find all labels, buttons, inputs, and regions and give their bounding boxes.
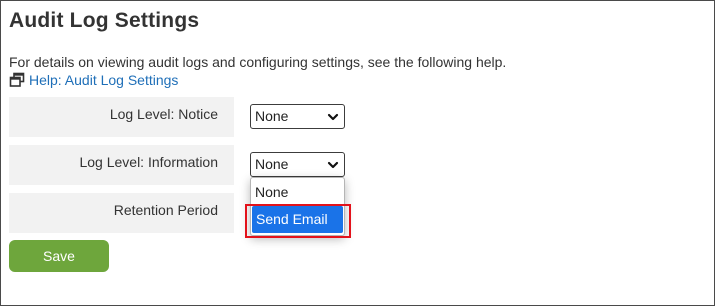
log-level-information-select[interactable]: None <box>250 152 345 177</box>
log-level-notice-select[interactable]: None <box>250 104 345 129</box>
chevron-down-icon <box>327 113 339 121</box>
selected-value: None <box>255 108 289 124</box>
page-title: Audit Log Settings <box>9 9 200 32</box>
chevron-down-icon <box>327 161 339 169</box>
row-label-log-level-information: Log Level: Information <box>9 145 234 185</box>
audit-log-settings-page: Audit Log Settings For details on viewin… <box>0 0 715 306</box>
label-text: Retention Period <box>113 202 218 218</box>
log-level-information-dropdown-list: None Send Email <box>250 177 345 236</box>
label-text: Log Level: Information <box>79 154 218 170</box>
help-description: For details on viewing audit logs and co… <box>9 54 507 70</box>
row-label-retention-period: Retention Period <box>9 193 234 233</box>
save-button[interactable]: Save <box>9 240 109 272</box>
label-text: Log Level: Notice <box>109 106 218 122</box>
windows-icon <box>9 72 25 88</box>
help-link[interactable]: Help: Audit Log Settings <box>9 72 178 88</box>
selected-value: None <box>255 156 289 172</box>
dropdown-option-send-email[interactable]: Send Email <box>252 206 343 233</box>
row-label-log-level-notice: Log Level: Notice <box>9 97 234 137</box>
dropdown-option-none[interactable]: None <box>251 179 344 205</box>
help-link-label: Help: Audit Log Settings <box>29 72 179 88</box>
